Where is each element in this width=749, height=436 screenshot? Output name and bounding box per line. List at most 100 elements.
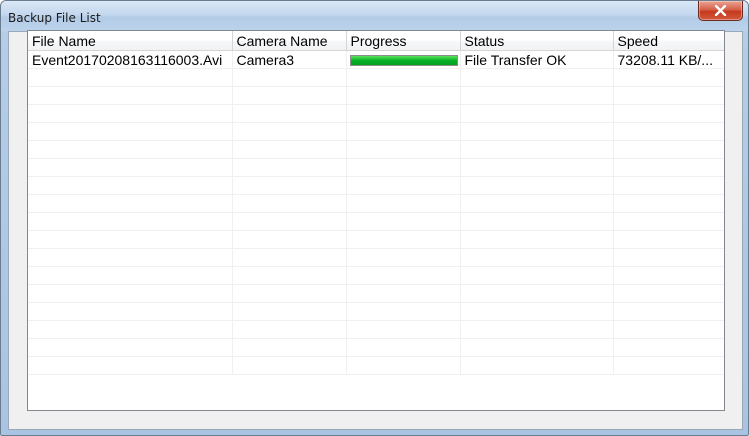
empty-cell xyxy=(460,176,614,195)
progress-bar-fill xyxy=(350,56,457,65)
empty-cell xyxy=(28,104,233,123)
backup-file-list-window: Backup File List File Name Camera Name P… xyxy=(0,0,749,436)
empty-cell xyxy=(28,68,233,87)
empty-cell xyxy=(28,356,233,375)
empty-cell xyxy=(28,230,233,249)
progress-bar xyxy=(349,55,458,66)
empty-cell xyxy=(346,158,461,177)
empty-cell xyxy=(346,104,461,123)
file-name-cell: Event20170208163116003.Avi xyxy=(28,50,233,69)
empty-cell xyxy=(232,122,347,141)
empty-cell xyxy=(232,248,347,267)
empty-cell xyxy=(613,266,724,285)
empty-cell xyxy=(346,248,461,267)
empty-cell xyxy=(613,158,724,177)
empty-cell xyxy=(613,338,724,357)
empty-cell xyxy=(28,158,233,177)
empty-cell xyxy=(28,266,233,285)
empty-cell xyxy=(460,356,614,375)
empty-cell xyxy=(232,104,347,123)
column-header-file-name[interactable]: File Name xyxy=(28,31,233,51)
empty-cell xyxy=(613,104,724,123)
empty-cell xyxy=(346,356,461,375)
empty-table-row xyxy=(28,68,724,87)
empty-cell xyxy=(460,266,614,285)
empty-cell xyxy=(613,356,724,375)
empty-cell xyxy=(28,86,233,105)
empty-cell xyxy=(346,338,461,357)
empty-cell xyxy=(460,338,614,357)
empty-cell xyxy=(28,194,233,213)
table-header-row: File Name Camera Name Progress Status Sp… xyxy=(28,31,724,51)
column-header-camera-name[interactable]: Camera Name xyxy=(232,31,347,51)
empty-cell xyxy=(232,284,347,303)
column-header-status[interactable]: Status xyxy=(460,31,614,51)
empty-cell xyxy=(28,140,233,159)
empty-cell xyxy=(346,284,461,303)
empty-table-row xyxy=(28,284,724,303)
empty-cell xyxy=(460,212,614,231)
column-header-progress[interactable]: Progress xyxy=(346,31,461,51)
empty-cell xyxy=(232,140,347,159)
empty-cell xyxy=(460,122,614,141)
empty-cell xyxy=(346,212,461,231)
empty-cell xyxy=(460,140,614,159)
close-button[interactable] xyxy=(698,1,743,21)
empty-cell xyxy=(28,248,233,267)
empty-cell xyxy=(460,104,614,123)
empty-cell xyxy=(232,176,347,195)
empty-cell xyxy=(232,356,347,375)
file-table: File Name Camera Name Progress Status Sp… xyxy=(28,31,724,375)
empty-cell xyxy=(232,194,347,213)
empty-cell xyxy=(232,158,347,177)
empty-cell xyxy=(232,266,347,285)
empty-cell xyxy=(460,158,614,177)
empty-table-row xyxy=(28,266,724,285)
empty-cell xyxy=(460,248,614,267)
empty-table-row xyxy=(28,230,724,249)
empty-cell xyxy=(346,122,461,141)
empty-cell xyxy=(346,176,461,195)
empty-table-row xyxy=(28,158,724,177)
empty-cell xyxy=(613,284,724,303)
empty-table-row xyxy=(28,338,724,357)
table-row[interactable]: Event20170208163116003.Avi Camera3 File … xyxy=(28,50,724,69)
empty-cell xyxy=(28,320,233,339)
empty-cell xyxy=(346,266,461,285)
empty-cell xyxy=(232,86,347,105)
empty-cell xyxy=(460,68,614,87)
empty-table-row xyxy=(28,302,724,321)
empty-cell xyxy=(613,248,724,267)
empty-cell xyxy=(232,302,347,321)
empty-cell xyxy=(232,68,347,87)
empty-cell xyxy=(613,176,724,195)
empty-cell xyxy=(28,212,233,231)
backup-file-list[interactable]: File Name Camera Name Progress Status Sp… xyxy=(27,30,725,411)
empty-cell xyxy=(460,230,614,249)
empty-table-row xyxy=(28,122,724,141)
empty-cell xyxy=(346,230,461,249)
empty-cell xyxy=(232,230,347,249)
empty-table-row xyxy=(28,140,724,159)
empty-table-row xyxy=(28,212,724,231)
empty-cell xyxy=(460,320,614,339)
empty-cell xyxy=(460,194,614,213)
empty-cell xyxy=(613,320,724,339)
empty-cell xyxy=(28,176,233,195)
empty-cell xyxy=(232,212,347,231)
title-bar[interactable]: Backup File List xyxy=(1,1,748,31)
empty-cell xyxy=(232,320,347,339)
empty-table-row xyxy=(28,248,724,267)
empty-cell xyxy=(613,68,724,87)
empty-cell xyxy=(613,212,724,231)
empty-cell xyxy=(346,86,461,105)
empty-cell xyxy=(460,284,614,303)
empty-cell xyxy=(28,122,233,141)
empty-cell xyxy=(613,230,724,249)
empty-cell xyxy=(346,320,461,339)
close-icon xyxy=(714,5,727,16)
column-header-speed[interactable]: Speed xyxy=(613,31,724,51)
empty-cell xyxy=(346,302,461,321)
empty-table-row xyxy=(28,320,724,339)
empty-cell xyxy=(346,140,461,159)
